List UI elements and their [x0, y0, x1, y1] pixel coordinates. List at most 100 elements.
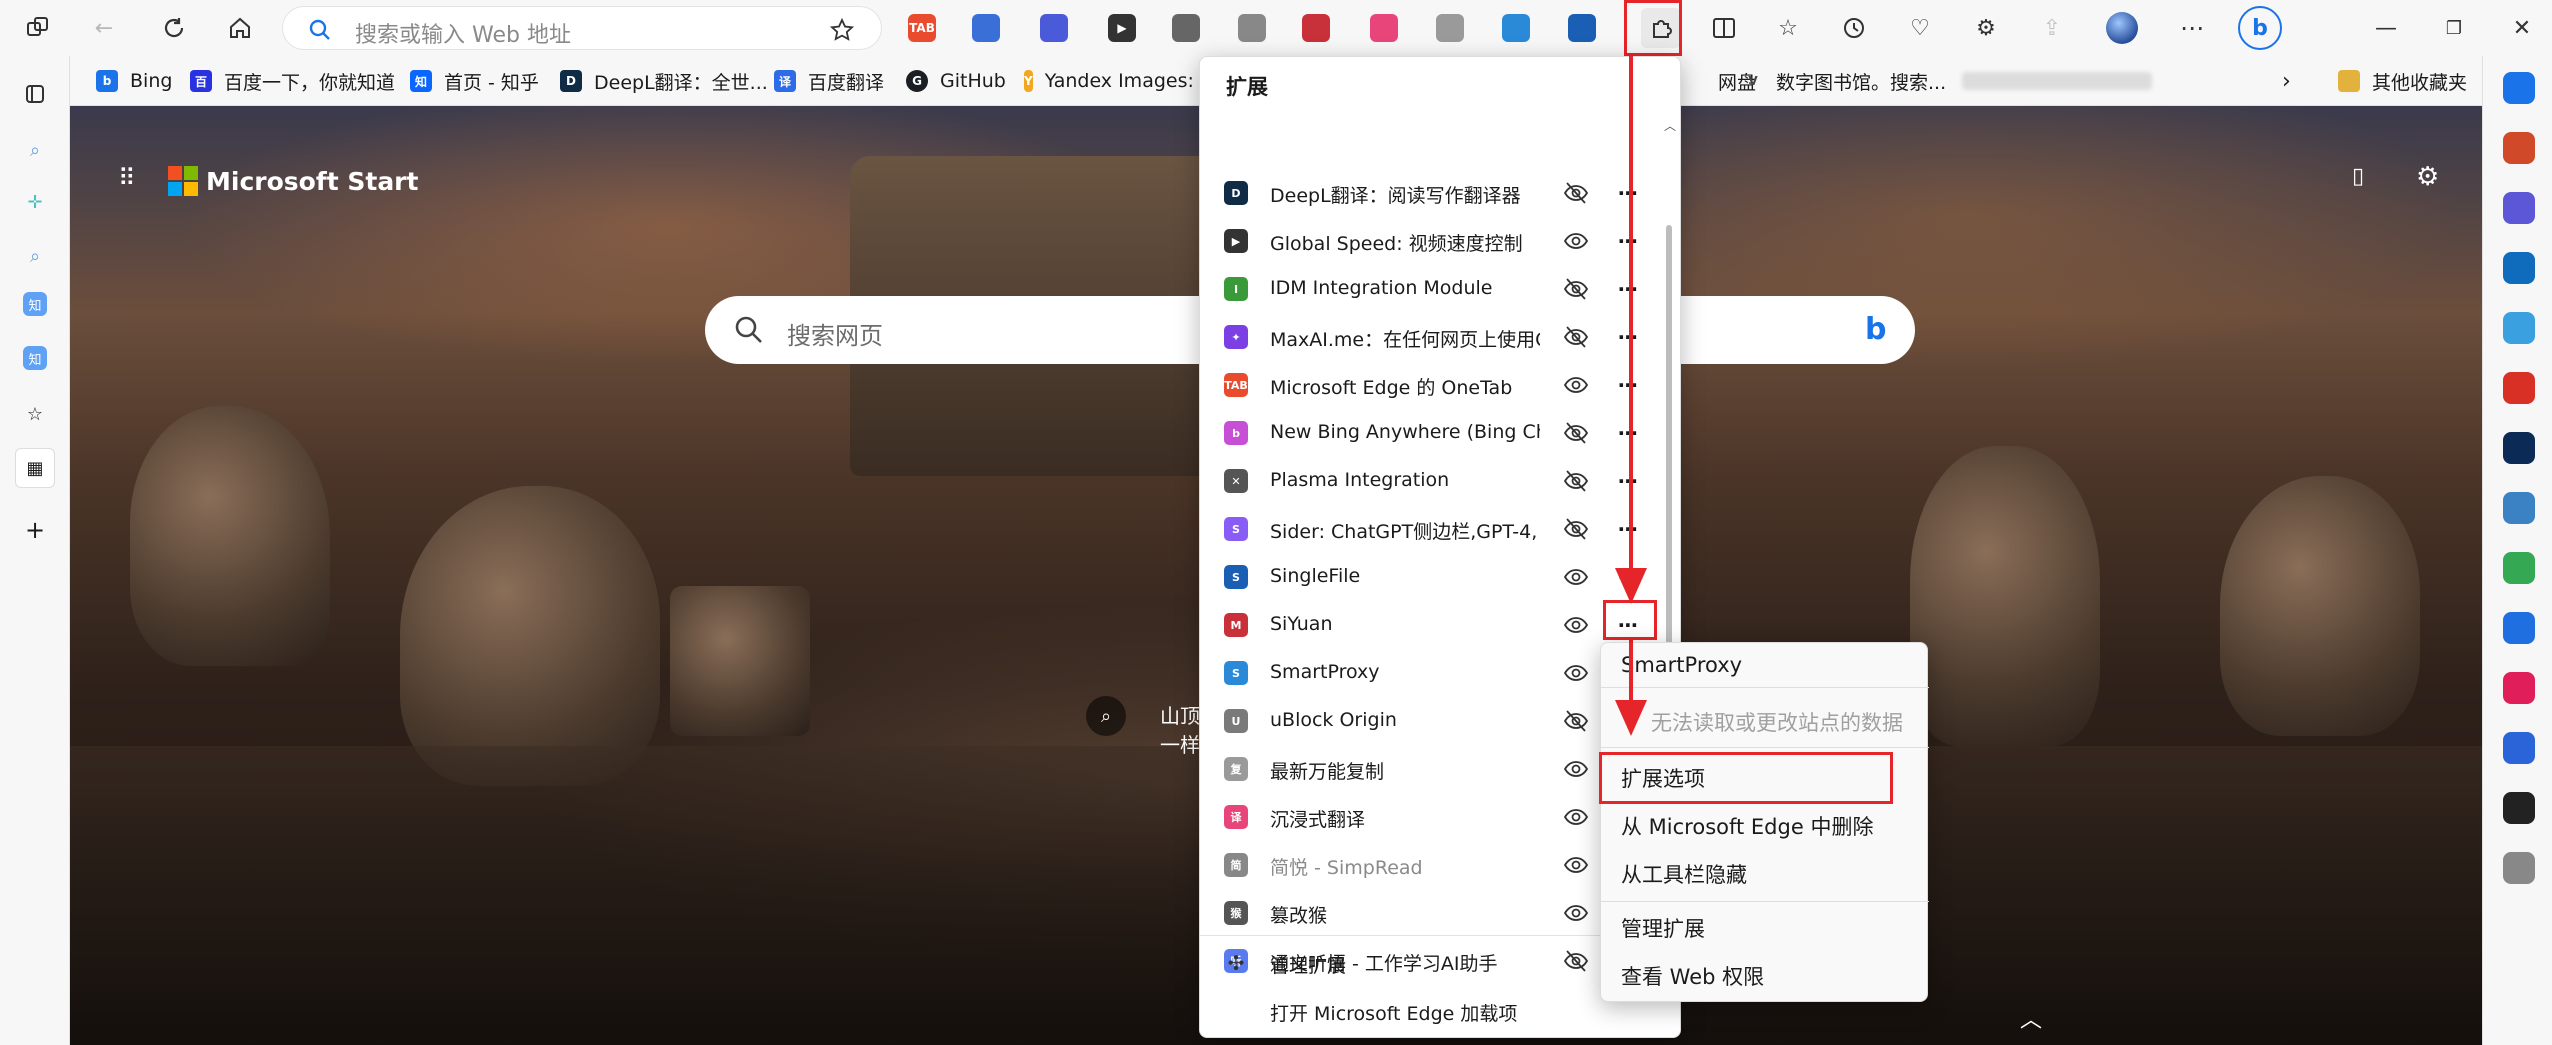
browser-essentials-icon[interactable]: ♡ — [1904, 12, 1936, 44]
back-icon[interactable]: ← — [88, 12, 120, 44]
extension-item[interactable]: b New Bing Anywhere (Bing Chat... ⋯ — [1200, 409, 1660, 457]
search-icon[interactable] — [2503, 72, 2535, 104]
chrome-icon[interactable] — [2503, 552, 2535, 584]
minimize-icon[interactable]: — — [2370, 12, 2402, 44]
more-actions-icon[interactable]: ⋯ — [1612, 369, 1644, 401]
extension-item[interactable]: ✦ MaxAI.me：在任何网页上使用C... ⋯ — [1200, 313, 1660, 361]
cube-icon[interactable] — [2503, 612, 2535, 644]
share-icon[interactable]: ⇪ — [2036, 12, 2068, 44]
remove-extension-item[interactable]: 从 Microsoft Edge 中删除 — [1621, 811, 1873, 841]
bookmark-other-favorites[interactable]: 其他收藏夹 — [2338, 66, 2467, 96]
eye-off-icon[interactable] — [1562, 179, 1590, 207]
manage-extensions-item[interactable]: ✣ 管理扩展 — [1200, 939, 1660, 987]
performance-icon[interactable]: ⚙ — [1970, 12, 2002, 44]
smartproxy-icon[interactable] — [1502, 14, 1530, 42]
toolbox-icon[interactable] — [2503, 132, 2535, 164]
bookmark-github[interactable]: G GitHub — [906, 66, 1006, 96]
copilot-icon[interactable] — [2503, 192, 2535, 224]
extension-item[interactable]: S Sider: ChatGPT侧边栏,GPT-4, 联... ⋯ — [1200, 505, 1660, 553]
bing-icon[interactable]: b — [1865, 312, 1886, 347]
extension-item[interactable]: D DeepL翻译：阅读写作翻译器 ⋯ — [1200, 169, 1660, 217]
tampermonkey-icon[interactable] — [972, 14, 1000, 42]
search-tab-icon[interactable]: ⌕ — [19, 134, 51, 166]
close-icon[interactable]: ✕ — [2506, 12, 2538, 44]
more-actions-icon[interactable]: ⋯ — [1612, 321, 1644, 353]
more-actions-icon[interactable]: ⋯ — [1612, 177, 1644, 209]
eye-icon[interactable] — [1562, 803, 1590, 831]
slack-icon[interactable] — [2503, 672, 2535, 704]
restore-icon[interactable]: ❐ — [2438, 12, 2470, 44]
new-tab-icon[interactable]: + — [19, 514, 51, 546]
search-tab-icon[interactable]: ⌕ — [19, 240, 51, 272]
tab-actions-icon[interactable] — [19, 78, 51, 110]
extension-item[interactable]: TAB Microsoft Edge 的 OneTab ⋯ — [1200, 361, 1660, 409]
more-actions-icon[interactable]: ⋯ — [1612, 225, 1644, 257]
manage-extensions-item[interactable]: 管理扩展 — [1621, 913, 1705, 943]
eye-icon[interactable] — [1562, 227, 1590, 255]
cloud-icon[interactable] — [2503, 492, 2535, 524]
extension-item[interactable]: I IDM Integration Module ⋯ — [1200, 265, 1660, 313]
extension-item[interactable]: 简简悦 - SimpRead⋯ — [1200, 841, 1660, 889]
eye-off-icon[interactable] — [1562, 419, 1590, 447]
eye-icon[interactable] — [1562, 899, 1590, 927]
scroll-up-arrow[interactable]: ︿ — [1664, 117, 1676, 134]
play-icon[interactable]: ▶ — [1108, 14, 1136, 42]
eye-off-icon[interactable] — [1562, 323, 1590, 351]
settings-gear-icon[interactable]: ⚙ — [2416, 162, 2439, 192]
address-bar[interactable]: 搜索或输入 Web 地址 — [282, 6, 882, 50]
eye-icon[interactable] — [1562, 563, 1590, 591]
send-icon[interactable] — [2503, 312, 2535, 344]
bookmark-yandex[interactable]: Y Yandex Images: se — [1024, 66, 1194, 96]
extension-item[interactable]: SSingleFile⋯ — [1200, 553, 1660, 601]
microsoft-start-logo[interactable]: Microsoft Start — [168, 166, 418, 196]
image-info-search-icon[interactable]: ⌕ — [1086, 696, 1126, 736]
eye-icon[interactable] — [1562, 371, 1590, 399]
more-actions-icon[interactable]: ⋯ — [1612, 513, 1644, 545]
ai-icon[interactable] — [2503, 732, 2535, 764]
extension-item[interactable]: 译沉浸式翻译⋯ — [1200, 793, 1660, 841]
zhihu-tab-icon[interactable]: 知 — [23, 292, 47, 316]
extension-item[interactable]: 猴篡改猴⋯ — [1200, 889, 1660, 937]
sparkle-tab-icon[interactable]: ✛ — [19, 186, 51, 218]
favorites-icon[interactable]: ☆ — [1772, 12, 1804, 44]
eye-off-icon[interactable] — [1562, 515, 1590, 543]
eye-icon[interactable] — [1562, 755, 1590, 783]
eye-icon[interactable] — [1562, 851, 1590, 879]
bookmark-baidu[interactable]: 百百度一下，你就知道 — [190, 66, 395, 96]
zhihu-tab-icon[interactable]: 知 — [23, 346, 47, 370]
onetab-icon[interactable]: TAB — [908, 14, 936, 42]
siyuan-icon[interactable] — [1302, 14, 1330, 42]
view-web-permissions-item[interactable]: 查看 Web 权限 — [1621, 961, 1764, 991]
more-menu-icon[interactable]: ⋯ — [2176, 12, 2208, 44]
home-icon[interactable] — [224, 12, 256, 44]
split-screen-icon[interactable] — [1708, 12, 1740, 44]
copilot-bing-icon[interactable]: b — [2238, 6, 2282, 50]
eye-icon[interactable] — [1562, 611, 1590, 639]
mobile-icon[interactable]: ▯ — [2352, 164, 2364, 189]
openai-icon[interactable] — [2503, 792, 2535, 824]
eye-off-icon[interactable] — [1562, 275, 1590, 303]
gmail-icon[interactable] — [2503, 372, 2535, 404]
profile-avatar[interactable] — [2106, 12, 2138, 44]
history-icon[interactable] — [1838, 12, 1870, 44]
bookmark-baidu-translate[interactable]: 译百度翻译 — [774, 66, 884, 96]
extension-item[interactable]: ▶ Global Speed: 视频速度控制 ⋯ — [1200, 217, 1660, 265]
singlefile-icon[interactable] — [1568, 14, 1596, 42]
extension-item[interactable]: ✕ Plasma Integration ⋯ — [1200, 457, 1660, 505]
star-icon[interactable] — [829, 17, 855, 43]
bookmark-deepl[interactable]: D DeepL翻译：全世... — [560, 66, 768, 96]
eye-icon[interactable] — [1562, 659, 1590, 687]
chevron-up-icon[interactable]: ︿ — [2020, 1002, 2042, 1034]
more-actions-icon[interactable]: ⋯ — [1612, 465, 1644, 497]
bookmarks-overflow-icon[interactable]: › — [2282, 66, 2291, 96]
copy-icon[interactable] — [1436, 14, 1464, 42]
bookmark-zhihu[interactable]: 知首页 - 知乎 — [410, 66, 539, 96]
open-addons-item[interactable]: 打开 Microsoft Edge 加载项 — [1200, 987, 1660, 1035]
app-icon[interactable] — [2503, 432, 2535, 464]
bookmark-bing[interactable]: b Bing — [96, 66, 172, 96]
outlook-icon[interactable] — [2503, 252, 2535, 284]
extension-item[interactable]: M SiYuan ⋯ — [1200, 601, 1660, 649]
image-caption[interactable]: 山顶 一样 — [1160, 700, 1200, 758]
grid-icon[interactable] — [2503, 852, 2535, 884]
bookmark-library[interactable]: V 数字图书馆。搜索... — [1742, 66, 1946, 96]
